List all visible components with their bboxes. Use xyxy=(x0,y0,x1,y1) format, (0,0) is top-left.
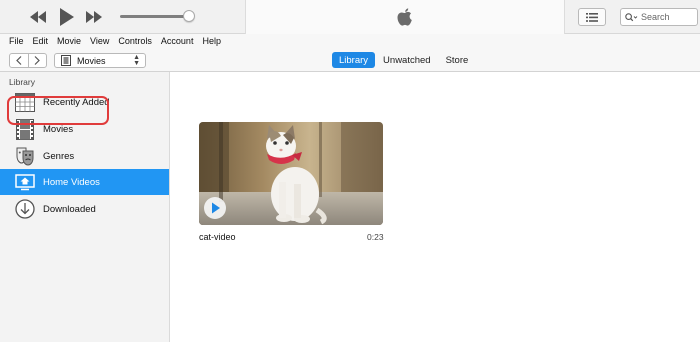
media-kind-select[interactable]: Movies ▲ ▼ xyxy=(54,53,146,68)
sidebar-item-movies[interactable]: Movies xyxy=(0,116,169,142)
film-strip-icon xyxy=(14,118,36,140)
sidebar-item-label: Genres xyxy=(43,150,75,162)
video-duration: 0:23 xyxy=(367,232,384,242)
chevron-left-icon xyxy=(15,56,22,65)
sidebar-item-downloaded[interactable]: Downloaded xyxy=(0,196,169,222)
tab-store[interactable]: Store xyxy=(439,52,476,68)
sidebar-item-label: Downloaded xyxy=(43,203,96,215)
volume-knob[interactable] xyxy=(183,10,195,22)
download-circle-icon xyxy=(14,198,36,220)
menu-controls[interactable]: Controls xyxy=(118,36,152,46)
view-tabs: Library Unwatched Store xyxy=(332,52,476,68)
fast-forward-button[interactable] xyxy=(84,7,104,27)
sidebar-item-label: Movies xyxy=(43,123,74,135)
chevron-right-icon xyxy=(34,56,41,65)
search-field[interactable] xyxy=(620,8,698,26)
list-view-icon xyxy=(586,12,598,22)
sidebar-header: Library xyxy=(9,77,35,87)
menu-help[interactable]: Help xyxy=(202,36,221,46)
video-title: cat-video xyxy=(199,232,236,242)
sidebar-item-label: Home Videos xyxy=(43,176,100,188)
calendar-grid-icon xyxy=(14,91,36,113)
menu-view[interactable]: View xyxy=(90,36,109,46)
rewind-button[interactable] xyxy=(28,7,48,27)
video-thumbnail[interactable] xyxy=(199,122,383,225)
theater-masks-icon xyxy=(14,145,36,167)
rewind-icon xyxy=(30,11,46,23)
sidebar-item-genres[interactable]: Genres xyxy=(0,143,169,169)
sidebar-item-recently-added[interactable]: Recently Added xyxy=(0,89,169,115)
player-toolbar xyxy=(0,0,700,34)
menu-account[interactable]: Account xyxy=(161,36,194,46)
search-input[interactable] xyxy=(641,12,693,22)
search-icon xyxy=(625,12,638,21)
volume-slider[interactable] xyxy=(120,15,190,18)
tab-library[interactable]: Library xyxy=(332,52,376,68)
play-button[interactable] xyxy=(57,7,77,27)
back-button[interactable] xyxy=(10,54,29,67)
menu-bar: File Edit Movie View Controls Account He… xyxy=(0,34,700,48)
chevron-updown-icon: ▲ ▼ xyxy=(133,53,140,67)
film-icon xyxy=(61,55,71,66)
menu-movie[interactable]: Movie xyxy=(57,36,81,46)
menu-edit[interactable]: Edit xyxy=(33,36,49,46)
apple-logo-icon xyxy=(397,7,412,26)
home-video-icon xyxy=(14,171,36,193)
sidebar: Library Recently Added Movies Genres Hom… xyxy=(0,72,170,342)
sidebar-item-home-videos[interactable]: Home Videos xyxy=(0,169,169,195)
list-view-button[interactable] xyxy=(578,8,606,26)
media-kind-label: Movies xyxy=(77,55,106,66)
sidebar-item-label: Recently Added xyxy=(43,96,110,108)
status-display xyxy=(245,0,565,34)
play-icon xyxy=(60,8,74,26)
history-nav xyxy=(9,53,47,68)
tab-unwatched[interactable]: Unwatched xyxy=(376,52,438,68)
forward-button[interactable] xyxy=(29,54,47,67)
main-content: cat-video 0:23 xyxy=(171,72,700,342)
video-thumbnail-image xyxy=(199,122,383,225)
navigation-bar: Movies ▲ ▼ Library Unwatched Store xyxy=(0,48,700,72)
menu-file[interactable]: File xyxy=(9,36,24,46)
fast-forward-icon xyxy=(86,11,102,23)
